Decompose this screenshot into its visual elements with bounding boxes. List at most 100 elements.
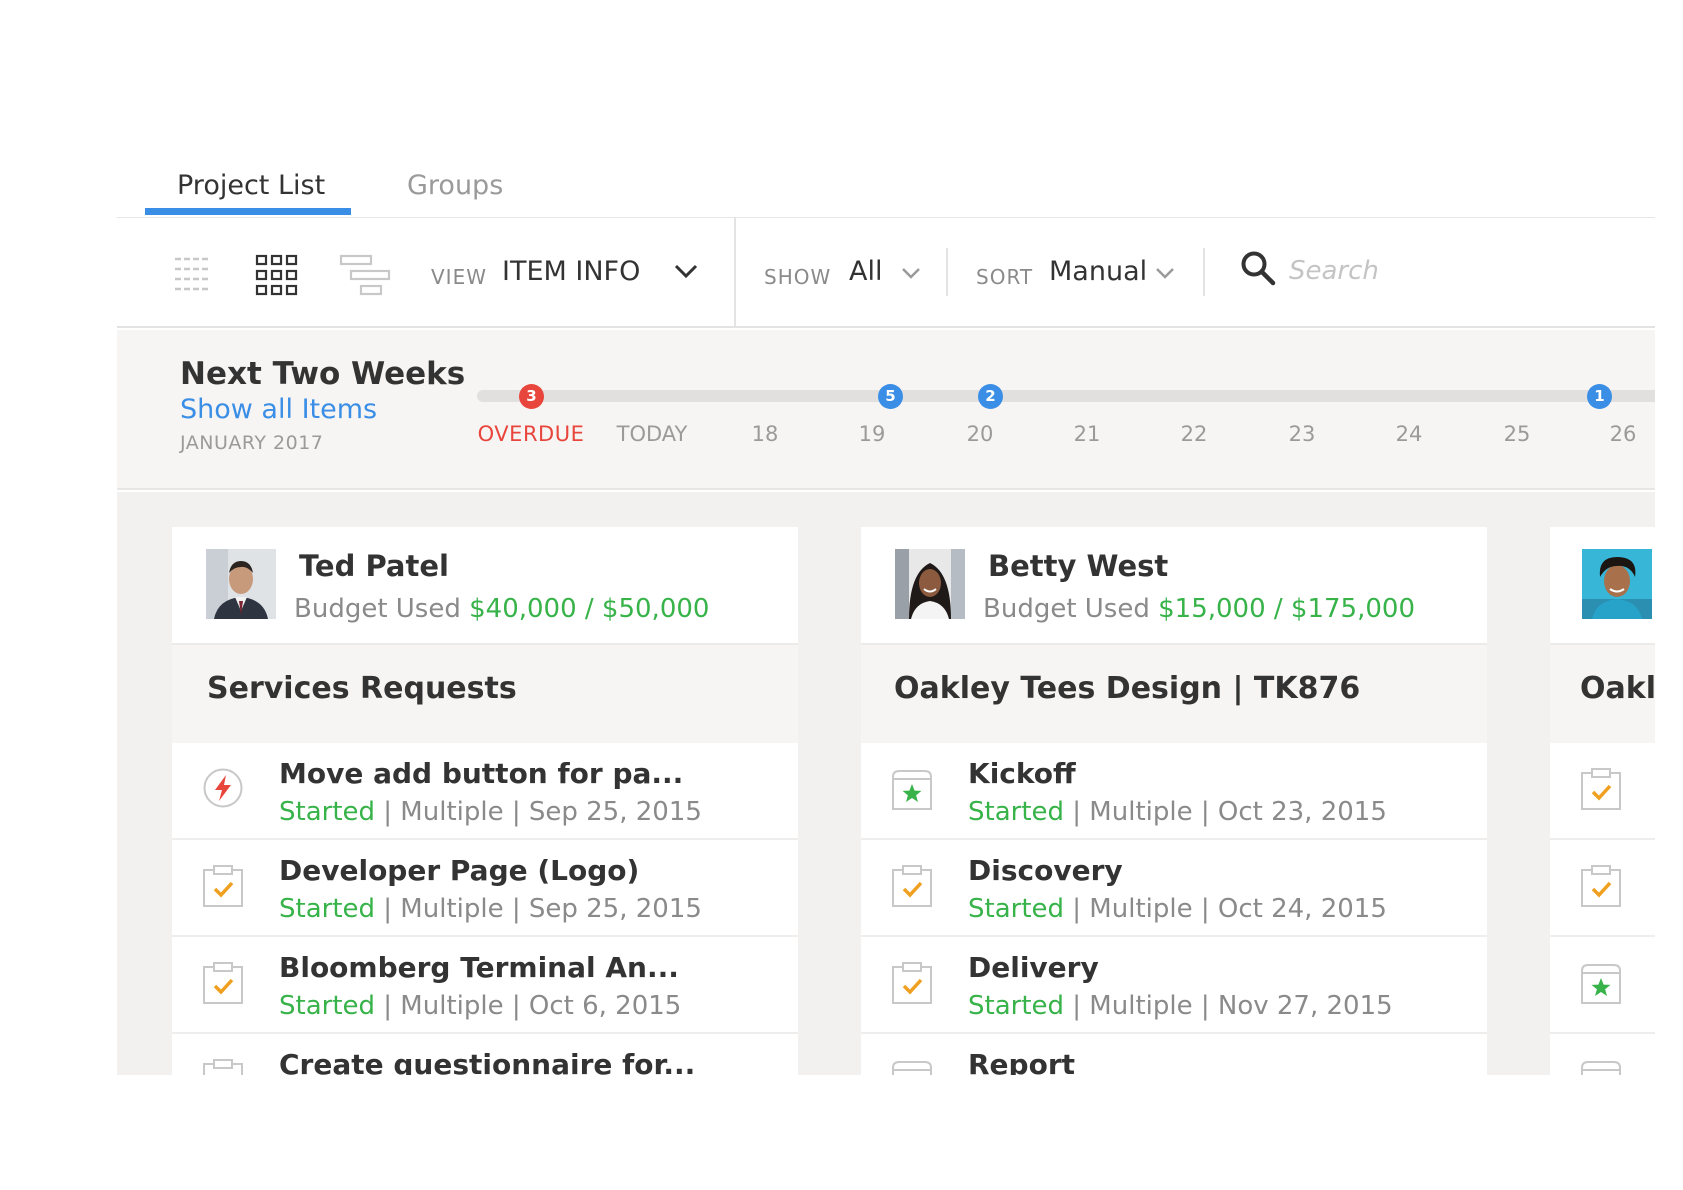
clipboard-check-icon <box>891 864 933 912</box>
task-title[interactable]: Create questionnaire for... <box>279 1048 695 1075</box>
avatar[interactable] <box>1582 549 1652 619</box>
person-name[interactable]: Ted Patel <box>299 549 449 583</box>
task-meta: Started | Multiple | Sep 25, 2015 <box>279 894 702 924</box>
grid-view-icon[interactable] <box>255 254 299 302</box>
budget-label: Budget Used <box>983 594 1150 624</box>
task-details: | Multiple | Sep 25, 2015 <box>375 894 702 924</box>
day-19-count-badge[interactable]: 5 <box>878 384 903 409</box>
task-status: Started <box>968 797 1065 827</box>
task-status: Started <box>968 894 1065 924</box>
task-title[interactable]: Kickoff <box>968 757 1076 790</box>
overdue-count-badge[interactable]: 3 <box>519 384 544 409</box>
task-row[interactable] <box>1550 743 1655 840</box>
sort-select[interactable]: Manual <box>1049 256 1147 287</box>
task-title[interactable]: Report <box>968 1048 1075 1075</box>
task-status: Started <box>279 797 376 827</box>
active-tab-indicator <box>145 208 351 215</box>
milestone-star-icon <box>891 1058 933 1075</box>
clipboard-check-icon <box>202 961 244 1009</box>
task-title[interactable]: Discovery <box>968 854 1123 887</box>
task-status: Started <box>279 991 376 1021</box>
budget-used: Budget Used $15,000 / $175,000 <box>983 594 1415 624</box>
timeline-day[interactable]: 23 <box>1289 422 1316 446</box>
milestone-star-icon <box>891 767 933 815</box>
clipboard-check-icon <box>1580 767 1622 815</box>
tab-groups[interactable]: Groups <box>407 170 503 201</box>
task-title[interactable]: Developer Page (Logo) <box>279 854 639 887</box>
chevron-down-icon[interactable] <box>901 265 921 284</box>
avatar[interactable] <box>895 549 965 619</box>
timeline-day-overdue[interactable]: OVERDUE <box>478 422 585 446</box>
avatar[interactable] <box>206 549 276 619</box>
task-row[interactable] <box>1550 1034 1655 1075</box>
project-header[interactable]: Oakl <box>1550 645 1655 743</box>
sort-label: SORT <box>976 265 1034 289</box>
budget-label: Budget Used <box>294 594 461 624</box>
card-header: Ted Patel Budget Used $40,000 / $50,000 <box>172 527 798 645</box>
timeline-day[interactable]: 19 <box>859 422 886 446</box>
task-meta: Started | Multiple | Oct 24, 2015 <box>968 894 1387 924</box>
task-title[interactable]: Move add button for pa... <box>279 757 683 790</box>
timeline-day[interactable]: 24 <box>1396 422 1423 446</box>
search-input[interactable] <box>1289 248 1629 294</box>
gantt-view-icon[interactable] <box>339 254 393 302</box>
timeline-day[interactable]: 20 <box>967 422 994 446</box>
clipboard-check-icon <box>891 961 933 1009</box>
task-row[interactable] <box>1550 840 1655 937</box>
clipboard-check-icon <box>1580 864 1622 912</box>
timeline-month: JANUARY 2017 <box>180 432 324 454</box>
task-title[interactable]: Bloomberg Terminal An... <box>279 951 679 984</box>
day-26-count-badge[interactable]: 1 <box>1587 384 1612 409</box>
timeline-day[interactable]: 18 <box>752 422 779 446</box>
card-header: Betty West Budget Used $15,000 / $175,00… <box>861 527 1487 645</box>
view-label: VIEW <box>431 265 487 289</box>
card-header <box>1550 527 1655 645</box>
project-title[interactable]: Oakley Tees Design | TK876 <box>894 671 1360 706</box>
chevron-down-icon[interactable] <box>1155 265 1175 284</box>
task-row[interactable]: Bloomberg Terminal An... Started | Multi… <box>172 937 798 1034</box>
task-meta: Started | Multiple | Sep 25, 2015 <box>279 797 702 827</box>
task-status: Started <box>968 991 1065 1021</box>
task-row[interactable]: Developer Page (Logo) Started | Multiple… <box>172 840 798 937</box>
day-20-count-badge[interactable]: 2 <box>978 384 1003 409</box>
timeline-day-today[interactable]: TODAY <box>617 422 688 446</box>
task-row[interactable]: Discovery Started | Multiple | Oct 24, 2… <box>861 840 1487 937</box>
task-title[interactable]: Delivery <box>968 951 1099 984</box>
timeline-day[interactable]: 22 <box>1181 422 1208 446</box>
timeline-day[interactable]: 26 <box>1610 422 1637 446</box>
search-icon[interactable] <box>1240 250 1276 290</box>
timeline-title: Next Two Weeks <box>180 356 466 392</box>
toolbar: VIEW ITEM INFO SHOW All SORT Manual <box>117 218 1655 328</box>
task-row[interactable]: Create questionnaire for... <box>172 1034 798 1075</box>
task-row[interactable]: Delivery Started | Multiple | Nov 27, 20… <box>861 937 1487 1034</box>
chevron-down-icon[interactable] <box>673 262 699 284</box>
project-header[interactable]: Services Requests <box>172 645 798 743</box>
budget-value: $15,000 / $175,000 <box>1158 594 1415 624</box>
timeline-day[interactable]: 25 <box>1504 422 1531 446</box>
task-status: Started <box>279 894 376 924</box>
project-title[interactable]: Services Requests <box>207 671 517 706</box>
list-view-icon[interactable] <box>173 254 213 298</box>
person-name[interactable]: Betty West <box>988 549 1168 583</box>
tab-bar: Project List Groups <box>117 150 1655 218</box>
timeline-day[interactable]: 21 <box>1074 422 1101 446</box>
toolbar-divider <box>734 218 736 326</box>
bolt-icon <box>202 767 244 813</box>
show-select[interactable]: All <box>849 256 882 287</box>
view-select[interactable]: ITEM INFO <box>502 256 640 287</box>
task-row[interactable]: Report <box>861 1034 1487 1075</box>
task-details: | Multiple | Sep 25, 2015 <box>375 797 702 827</box>
project-card: Oakl <box>1550 527 1655 1075</box>
task-meta: Started | Multiple | Oct 23, 2015 <box>968 797 1387 827</box>
project-header[interactable]: Oakley Tees Design | TK876 <box>861 645 1487 743</box>
project-card: Betty West Budget Used $15,000 / $175,00… <box>861 527 1487 1075</box>
clipboard-check-icon <box>202 1058 244 1075</box>
task-row[interactable] <box>1550 937 1655 1034</box>
tab-project-list[interactable]: Project List <box>177 170 325 201</box>
project-card: Ted Patel Budget Used $40,000 / $50,000 … <box>172 527 798 1075</box>
show-all-items-link[interactable]: Show all Items <box>180 394 377 425</box>
task-row[interactable]: Move add button for pa... Started | Mult… <box>172 743 798 840</box>
project-board: Ted Patel Budget Used $40,000 / $50,000 … <box>117 492 1655 1075</box>
project-title[interactable]: Oakl <box>1580 671 1655 706</box>
task-row[interactable]: Kickoff Started | Multiple | Oct 23, 201… <box>861 743 1487 840</box>
